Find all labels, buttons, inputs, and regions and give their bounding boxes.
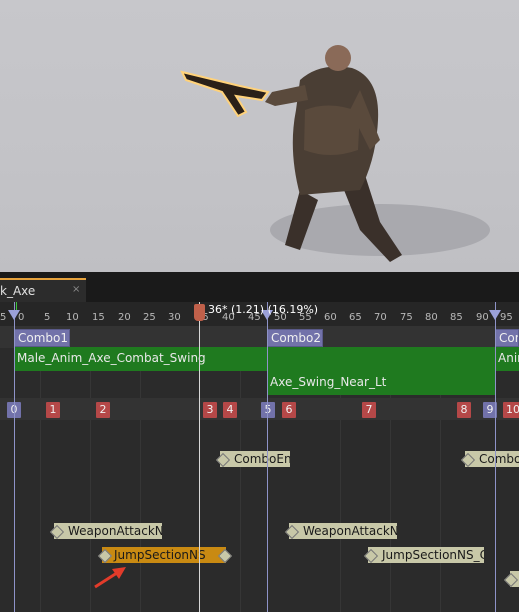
segment-marker[interactable]: 7 <box>362 402 376 418</box>
segment-marker[interactable]: 5 <box>261 402 275 418</box>
section-combo3[interactable]: Combo <box>495 329 519 347</box>
character-preview <box>180 45 490 262</box>
segment-row <box>0 398 519 420</box>
tick-label: 95 <box>500 312 513 323</box>
section-marker-line <box>495 302 496 612</box>
notify-label: ComboEnd <box>234 452 290 466</box>
tick-label: 20 <box>118 312 131 323</box>
notify-state-jump-section[interactable]: JumpSectionNS <box>102 547 226 563</box>
notify-jump-section-c[interactable]: JumpSectionNS_C <box>368 547 484 563</box>
tick-label: 65 <box>349 312 362 323</box>
segment-marker[interactable]: 2 <box>96 402 110 418</box>
section-marker-head-icon[interactable] <box>8 310 20 320</box>
playhead-handle[interactable] <box>194 304 205 321</box>
weapon-axe <box>180 70 270 118</box>
tab-label: k_Axe <box>0 284 36 298</box>
section-combo2[interactable]: Combo2 <box>267 329 323 347</box>
notify-label: JumpSectionNS <box>114 548 206 562</box>
section-marker-line <box>267 302 268 612</box>
segment-marker[interactable]: 6 <box>282 402 296 418</box>
tick-label: 10 <box>66 312 79 323</box>
notify-label: ComboE <box>479 452 519 466</box>
section-label: Combo2 <box>271 331 322 345</box>
tick-label: 80 <box>425 312 438 323</box>
segment-marker[interactable]: 10 <box>503 402 519 418</box>
tick-label: 60 <box>324 312 337 323</box>
tick-label: 5 <box>0 312 7 323</box>
annotation-arrow-icon <box>94 567 126 589</box>
notify-label: JumpSectionNS_C <box>382 548 484 562</box>
segment-marker[interactable]: 4 <box>223 402 237 418</box>
section-combo1[interactable]: Combo1 <box>14 329 70 347</box>
section-marker-head-icon[interactable] <box>489 310 501 320</box>
section-label: Combo1 <box>18 331 69 345</box>
section-label: Combo <box>499 331 518 345</box>
notify-label: WeaponAttackNS <box>303 524 397 538</box>
tick-label: 25 <box>143 312 156 323</box>
tick-label: 5 <box>44 312 51 323</box>
segment-marker[interactable]: 3 <box>203 402 217 418</box>
segment-marker[interactable]: 8 <box>457 402 471 418</box>
playhead-line <box>199 302 200 612</box>
notify-weapon-attack-2[interactable]: WeaponAttackNS <box>289 523 397 539</box>
montage-slot-bar[interactable]: Axe_Swing_Near_Lt <box>267 371 495 395</box>
tab-animation[interactable]: k_Axe × <box>0 278 86 302</box>
notify-combo-end[interactable]: ComboEnd <box>220 451 290 467</box>
start-marker <box>16 302 17 310</box>
segment-marker[interactable]: 1 <box>46 402 60 418</box>
notify-weapon-attack[interactable]: WeaponAttackNS <box>54 523 162 539</box>
close-icon[interactable]: × <box>72 284 80 295</box>
montage-slot-bar-right[interactable]: Anim <box>495 347 519 371</box>
section-row <box>0 326 519 348</box>
anim-label: Axe_Swing_Near_Lt <box>270 375 387 389</box>
head <box>325 45 351 71</box>
tick-label: 30 <box>168 312 181 323</box>
section-marker-line <box>14 302 15 612</box>
viewport-3d[interactable] <box>0 0 519 272</box>
frame-readout: 36* (1.21) (16.19%) <box>208 303 319 316</box>
anim-label: Anim <box>498 351 519 365</box>
anim-label: Male_Anim_Axe_Combat_Swing <box>17 351 206 365</box>
tick-label: 75 <box>400 312 413 323</box>
tick-label: 70 <box>374 312 387 323</box>
notify-label: WeaponAttackNS <box>68 524 162 538</box>
tick-label: 85 <box>450 312 463 323</box>
tick-label: 90 <box>476 312 489 323</box>
tick-label: 15 <box>92 312 105 323</box>
